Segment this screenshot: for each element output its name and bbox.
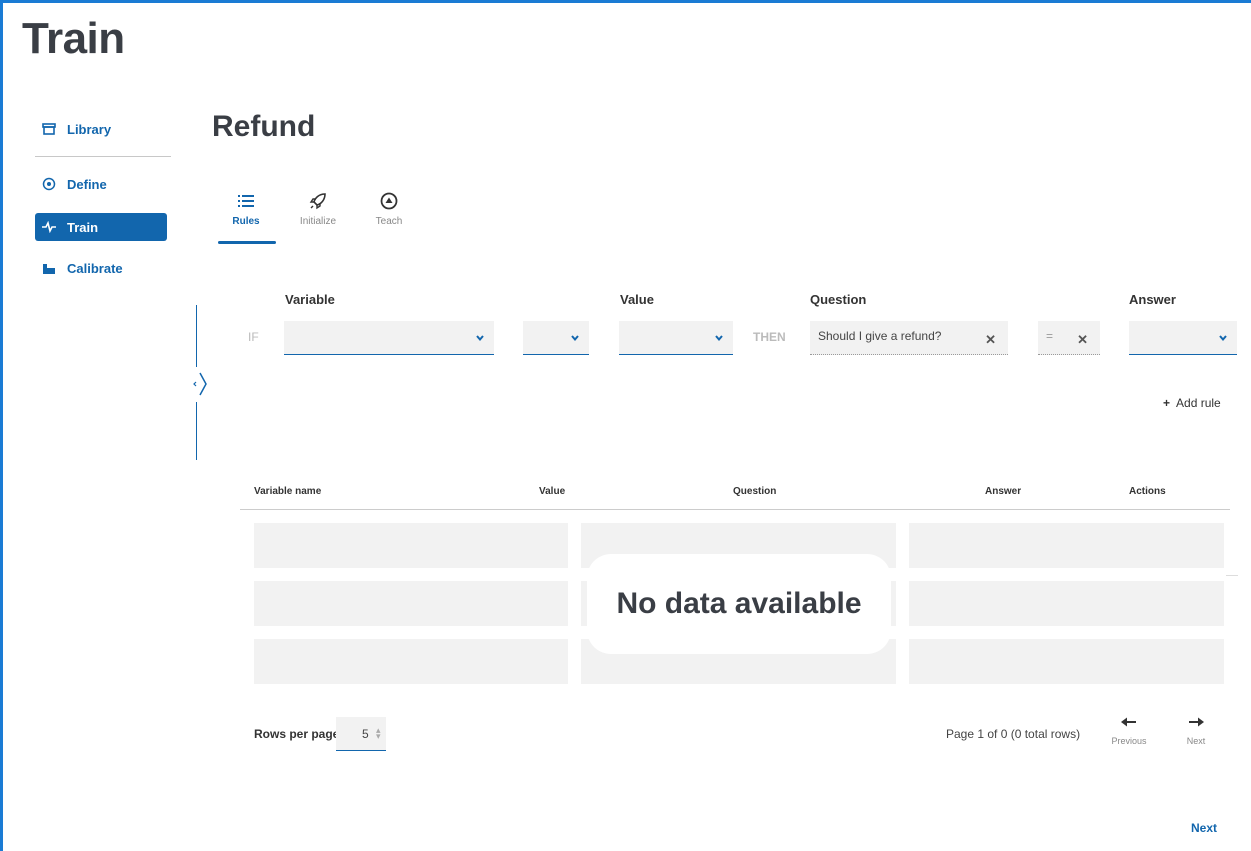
expand-panel-button[interactable] bbox=[190, 370, 210, 398]
value-select[interactable] bbox=[619, 321, 733, 355]
add-rule-label: Add rule bbox=[1176, 396, 1221, 410]
sidebar-item-train[interactable]: Train bbox=[35, 213, 167, 241]
page-info: Page 1 of 0 (0 total rows) bbox=[946, 727, 1081, 741]
sidebar-item-define[interactable]: Define bbox=[35, 170, 171, 198]
sidebar-item-library[interactable]: Library bbox=[35, 115, 171, 143]
list-icon bbox=[216, 190, 276, 212]
operator-select[interactable] bbox=[523, 321, 589, 355]
sidebar-item-label: Calibrate bbox=[67, 260, 123, 276]
next-page-button[interactable]: Next bbox=[1174, 713, 1218, 746]
column-header[interactable]: Variable name bbox=[254, 486, 321, 497]
arrow-left-icon bbox=[1107, 713, 1151, 731]
rocket-icon bbox=[288, 190, 348, 212]
table-divider bbox=[1226, 575, 1238, 576]
variable-header: Variable bbox=[285, 292, 335, 307]
then-keyword: THEN bbox=[753, 330, 786, 344]
target-icon bbox=[41, 176, 57, 192]
active-tab-indicator bbox=[218, 241, 276, 244]
column-header[interactable]: Question bbox=[733, 486, 776, 497]
empty-state: No data available bbox=[587, 554, 891, 654]
operator-value: = bbox=[1046, 329, 1054, 343]
tab-label: Rules bbox=[232, 216, 260, 227]
variable-select[interactable] bbox=[284, 321, 494, 355]
skeleton-cell bbox=[254, 639, 568, 684]
arrow-right-icon bbox=[1174, 713, 1218, 731]
clear-icon[interactable]: ✕ bbox=[1077, 332, 1088, 348]
rows-per-page-label: Rows per page bbox=[254, 727, 340, 741]
column-header: Actions bbox=[1129, 486, 1166, 497]
panel-divider bbox=[196, 305, 197, 367]
value-header: Value bbox=[620, 292, 654, 307]
plus-icon: + bbox=[1163, 396, 1171, 410]
chevron-down-icon bbox=[715, 335, 723, 342]
skeleton-cell bbox=[909, 639, 1224, 684]
sidebar-divider bbox=[35, 156, 171, 157]
if-keyword: IF bbox=[248, 330, 259, 344]
sidebar-item-label: Library bbox=[67, 121, 112, 137]
question-value: Should I give a refund? bbox=[818, 329, 942, 343]
column-header[interactable]: Answer bbox=[985, 486, 1021, 497]
chevron-down-icon bbox=[476, 335, 484, 342]
sidebar-item-calibrate[interactable]: Calibrate bbox=[35, 254, 171, 282]
question-field[interactable]: Should I give a refund? ✕ bbox=[810, 321, 1008, 355]
answer-header: Answer bbox=[1129, 292, 1176, 307]
bar-chart-icon bbox=[41, 260, 57, 276]
stepper-icon[interactable]: ▴ ▾ bbox=[376, 726, 381, 741]
next-label: Next bbox=[1186, 736, 1206, 746]
rows-per-page-value: 5 bbox=[362, 727, 369, 741]
archive-icon bbox=[41, 121, 57, 137]
window-frame-top bbox=[0, 0, 1251, 3]
previous-label: Previous bbox=[1111, 736, 1147, 746]
answer-operator-field[interactable]: = ✕ bbox=[1038, 321, 1100, 355]
column-header[interactable]: Value bbox=[539, 486, 565, 497]
sidebar-item-label: Train bbox=[67, 219, 99, 235]
skeleton-cell bbox=[909, 523, 1224, 568]
tab-label: Initialize bbox=[299, 216, 337, 227]
question-header: Question bbox=[810, 292, 867, 307]
teach-icon bbox=[359, 190, 419, 212]
pulse-icon bbox=[41, 219, 57, 235]
tab-rules[interactable]: Rules bbox=[216, 190, 276, 227]
tab-teach[interactable]: Teach bbox=[359, 190, 419, 227]
skeleton-cell bbox=[254, 523, 568, 568]
page-title: Refund bbox=[212, 110, 316, 143]
empty-state-message: No data available bbox=[616, 587, 862, 620]
clear-icon[interactable]: ✕ bbox=[985, 332, 996, 348]
window-frame-left bbox=[0, 0, 3, 851]
skeleton-cell bbox=[254, 581, 568, 626]
add-rule-button[interactable]: + Add rule bbox=[1163, 396, 1221, 410]
chevron-down-icon bbox=[571, 335, 579, 342]
panel-divider bbox=[196, 402, 197, 460]
answer-select[interactable] bbox=[1129, 321, 1237, 355]
chevron-down-icon bbox=[1219, 335, 1227, 342]
sidebar-item-label: Define bbox=[67, 176, 107, 192]
table-header-divider bbox=[240, 509, 1230, 510]
next-step-button[interactable]: Next bbox=[1191, 821, 1217, 835]
previous-page-button[interactable]: Previous bbox=[1107, 713, 1151, 746]
skeleton-cell bbox=[909, 581, 1224, 626]
tab-initialize[interactable]: Initialize bbox=[288, 190, 348, 227]
app-title: Train bbox=[22, 14, 125, 63]
tab-label: Teach bbox=[375, 216, 403, 227]
